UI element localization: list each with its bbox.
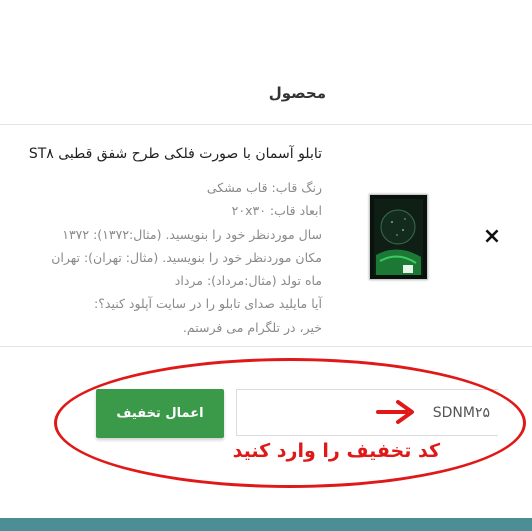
close-icon[interactable]: × (482, 225, 502, 249)
meta-voice-answer: خیر، در تلگرام می فرستم. (182, 319, 322, 335)
annotation-highlight (54, 358, 526, 488)
annotation-label: کد تخفیف را وارد کنید (232, 440, 440, 462)
footer-bar (0, 518, 532, 531)
divider (0, 346, 532, 347)
meta-birth-month: ماه تولد (مثال:مرداد): مرداد (174, 273, 322, 289)
meta-location: مکان موردنظر خود را بنویسید. (مثال: تهرا… (51, 249, 322, 265)
product-name[interactable]: تابلو آسمان با صورت فلکی طرح شفق قطبی ST… (29, 146, 322, 162)
framed-poster-image (370, 195, 427, 279)
page-title: محصول (268, 84, 326, 102)
meta-voice-question: آیا مایلید صدای تابلو را در سایت آپلود ک… (94, 296, 322, 312)
meta-frame-color: رنگ قاب: قاب مشکی (206, 180, 322, 195)
meta-frame-size: ابعاد قاب: ۲۰x۳۰ (231, 203, 322, 219)
divider (0, 124, 532, 125)
product-thumbnail[interactable] (369, 194, 428, 280)
product-meta: رنگ قاب: قاب مشکی ابعاد قاب: ۲۰x۳۰ سال م… (2, 176, 322, 339)
meta-year: سال موردنظر خود را بنویسید. (مثال:۱۳۷۲):… (62, 226, 322, 242)
